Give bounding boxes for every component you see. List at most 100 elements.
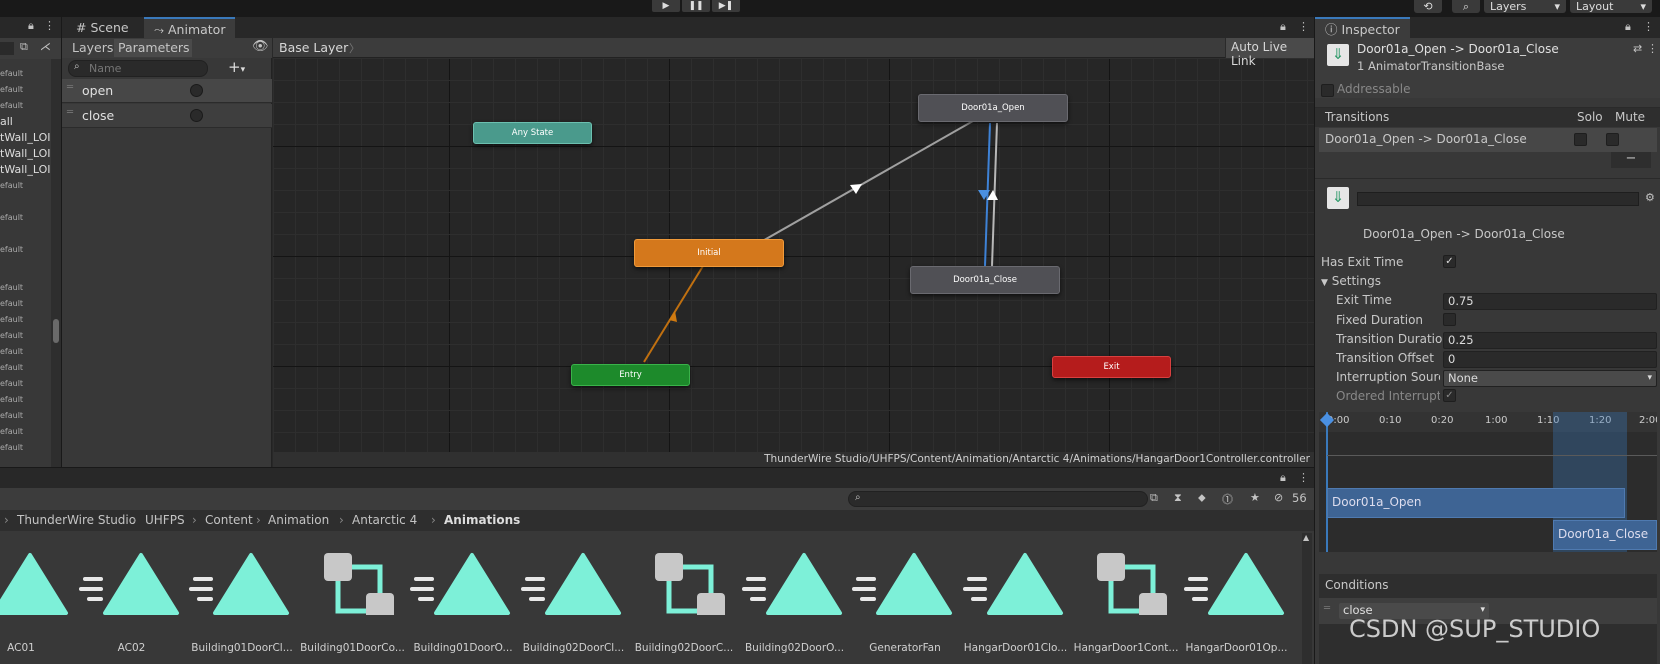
menu-icon[interactable]: ⋮ (1298, 471, 1309, 484)
hierarchy-row[interactable]: efault (0, 345, 52, 359)
menu-icon[interactable]: ⋮ (1643, 20, 1654, 33)
mute-checkbox[interactable] (1606, 133, 1619, 146)
type-filter-icon[interactable]: ⧗ (1174, 491, 1182, 505)
transition-duration-field[interactable]: 0.25 (1443, 332, 1657, 349)
animation-clip-asset[interactable] (961, 545, 1071, 618)
state-entry[interactable]: Entry (571, 364, 690, 386)
breadcrumb-item-current[interactable]: Animations (444, 513, 520, 527)
hierarchy-row[interactable]: efault (0, 329, 52, 343)
hierarchy-row[interactable]: efault (0, 441, 52, 455)
has-exit-time-checkbox[interactable]: ✓ (1443, 255, 1456, 268)
drag-handle-icon[interactable]: ═ (67, 107, 73, 118)
hierarchy-row[interactable]: efault (0, 313, 52, 327)
lock-icon[interactable]: 🔒︎ (1280, 471, 1286, 485)
state-exit[interactable]: Exit (1052, 356, 1171, 378)
animation-clip-asset[interactable] (187, 545, 297, 618)
breadcrumb-item[interactable]: ThunderWire Studio (17, 513, 136, 527)
ordered-interruption-checkbox[interactable]: ✓ (1443, 389, 1456, 402)
hierarchy-row[interactable]: efault (0, 243, 52, 257)
scene-icon[interactable]: ⧉ (20, 40, 28, 54)
breadcrumb-item[interactable]: Animation (268, 513, 329, 527)
project-search[interactable]: ⌕ (848, 491, 1148, 507)
animation-clip-asset[interactable] (0, 545, 76, 618)
animation-clip-asset[interactable] (408, 545, 518, 618)
step-button[interactable]: ▶❚ (712, 0, 740, 12)
timeline-clip-open[interactable]: Door01a_Open (1327, 488, 1625, 518)
hierarchy-row[interactable]: efault (0, 67, 52, 81)
animator-controller-asset[interactable] (1071, 545, 1181, 621)
pause-button[interactable]: ❚❚ (682, 0, 710, 12)
layout-dropdown[interactable]: Layout ▾ (1570, 0, 1652, 13)
drag-handle-icon[interactable]: ═ (1324, 603, 1330, 614)
settings-foldout[interactable]: ▼ Settings (1321, 274, 1381, 288)
drag-handle-icon[interactable]: ═ (67, 82, 73, 93)
fixed-duration-checkbox[interactable] (1443, 313, 1456, 326)
hierarchy-row[interactable]: tWall_LOI (0, 163, 52, 177)
addressable-checkbox[interactable] (1321, 84, 1334, 97)
menu-icon[interactable]: ⋮ (1298, 20, 1309, 33)
layers-tab[interactable]: Layers (72, 40, 113, 55)
exit-time-field[interactable]: 0.75 (1443, 293, 1657, 310)
tab-animator[interactable]: ⤳ Animator (144, 17, 236, 38)
tab-inspector[interactable]: ⓘ Inspector (1315, 17, 1410, 38)
animation-clip-asset[interactable] (519, 545, 629, 618)
play-button[interactable]: ▶ (652, 0, 680, 12)
layers-dropdown[interactable]: Layers ▾ (1484, 0, 1566, 13)
gear-icon[interactable]: ⚙ (1645, 191, 1655, 204)
interruption-source-dropdown[interactable]: None ▾ (1443, 370, 1657, 387)
favorite-icon[interactable]: ★ (1250, 491, 1260, 504)
hierarchy-row[interactable]: efault (0, 297, 52, 311)
animation-clip-asset[interactable] (740, 545, 850, 618)
state-any-state[interactable]: Any State (473, 122, 592, 144)
transition-list-row[interactable]: Door01a_Open -> Door01a_Close (1319, 128, 1657, 152)
state-door-open[interactable]: Door01a_Open (918, 94, 1068, 122)
transition-offset-field[interactable]: 0 (1443, 351, 1657, 368)
scrollbar-thumb[interactable] (53, 319, 59, 343)
lock-icon[interactable]: 🔒︎ (1625, 20, 1631, 34)
animation-clip-asset[interactable] (850, 545, 960, 618)
solo-checkbox[interactable] (1574, 133, 1587, 146)
hierarchy-row[interactable]: tWall_LOI (0, 147, 52, 161)
eye-icon[interactable]: 👁︎ (252, 39, 269, 54)
hierarchy-row[interactable]: all (0, 115, 52, 129)
parameter-search[interactable]: ⌕ (68, 60, 208, 77)
preset-icon[interactable]: ⇄ (1633, 42, 1642, 55)
state-door-close[interactable]: Door01a_Close (910, 266, 1060, 294)
hierarchy-row[interactable]: efault (0, 179, 52, 193)
lock-icon[interactable]: 🔒︎ (1280, 20, 1286, 34)
filter-icon[interactable]: ⋌ (40, 40, 51, 53)
hierarchy-row[interactable]: efault (0, 425, 52, 439)
state-initial[interactable]: Initial (634, 239, 784, 267)
hierarchy-search[interactable] (0, 42, 14, 55)
add-parameter-button[interactable]: +▾ (228, 58, 258, 76)
scene-search-icon[interactable]: ⧉ (1150, 491, 1158, 505)
lock-icon[interactable]: 🔒︎ (28, 19, 34, 33)
hierarchy-row[interactable]: efault (0, 409, 52, 423)
menu-icon[interactable]: ⋮ (1647, 42, 1658, 55)
hierarchy-row[interactable]: efault (0, 281, 52, 295)
hierarchy-row[interactable]: efault (0, 361, 52, 375)
timeline-clip-close[interactable]: Door01a_Close (1553, 520, 1657, 550)
trigger-toggle[interactable] (190, 109, 203, 122)
breadcrumb-item[interactable]: Antarctic 4 (352, 513, 417, 527)
hierarchy-row[interactable]: efault (0, 377, 52, 391)
parameters-tab[interactable]: Parameters (114, 39, 192, 57)
trigger-toggle[interactable] (190, 84, 203, 97)
transition-name-field[interactable] (1357, 192, 1639, 206)
parameter-row-open[interactable]: ═ open (62, 79, 272, 103)
scroll-up-icon[interactable]: ▲ (1303, 533, 1309, 542)
tab-scene[interactable]: # Scene (66, 17, 139, 38)
warning-filter-icon[interactable]: ⓵ (1222, 491, 1233, 507)
animation-clip-asset[interactable] (77, 545, 187, 618)
transition-timeline[interactable]: 0:00 0:10 0:20 1:00 1:10 1:20 2:00 Door0… (1319, 412, 1657, 552)
breadcrumb-item[interactable]: Content (205, 513, 253, 527)
hierarchy-row[interactable]: efault (0, 83, 52, 97)
hierarchy-row[interactable]: efault (0, 393, 52, 407)
hierarchy-row[interactable]: efault (0, 211, 52, 225)
animator-graph[interactable]: Base Layer 〉 Auto Live Link Any State Do… (273, 38, 1314, 467)
history-button[interactable]: ⟲ (1414, 0, 1442, 13)
animator-controller-asset[interactable] (298, 545, 408, 621)
timeline-playhead[interactable] (1326, 412, 1328, 552)
animation-clip-asset[interactable] (1182, 545, 1292, 618)
hierarchy-scrollbar[interactable] (51, 59, 61, 467)
